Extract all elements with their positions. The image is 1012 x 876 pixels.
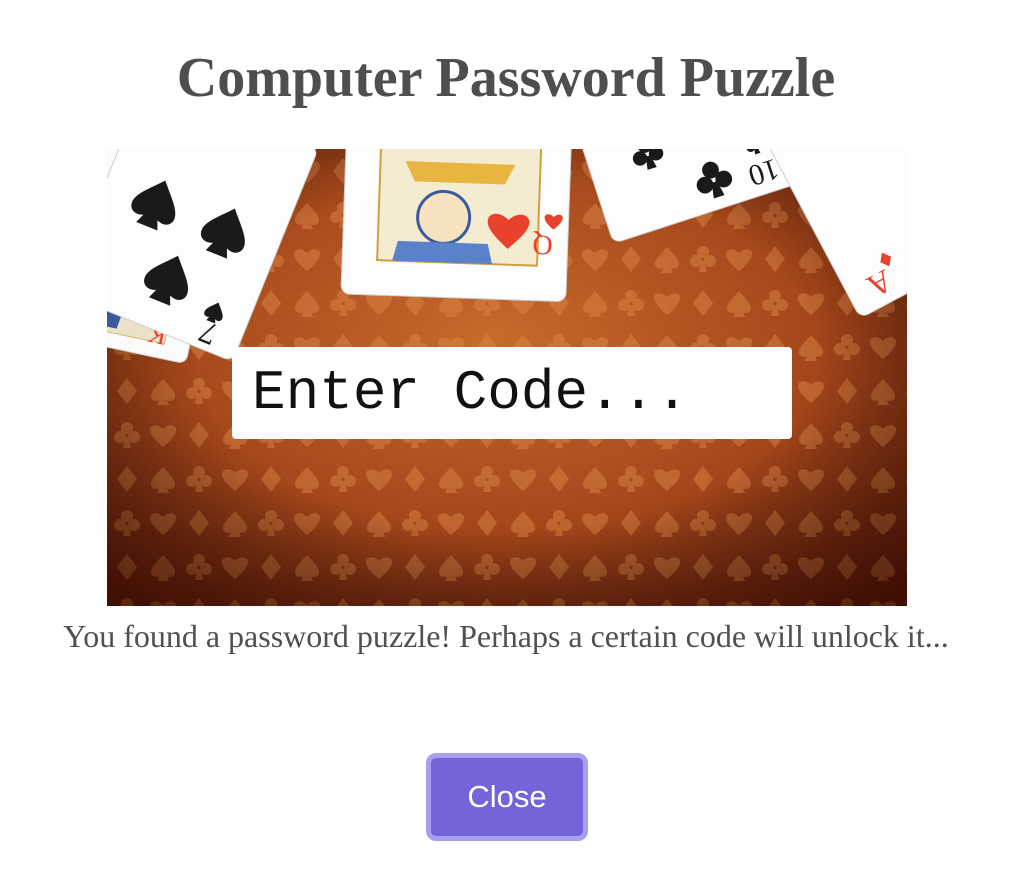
puzzle-image: K 7 Q 10 A Enter Code... bbox=[107, 149, 907, 606]
dialog-title: Computer Password Puzzle bbox=[176, 47, 836, 109]
dialog-description: You found a password puzzle! Perhaps a c… bbox=[63, 618, 949, 654]
enter-code-prompt: Enter Code... bbox=[232, 347, 792, 439]
close-button[interactable]: Close bbox=[426, 753, 588, 841]
queen-of-hearts-card: Q bbox=[340, 149, 573, 302]
queen-index-label: Q bbox=[532, 229, 553, 261]
puzzle-dialog: Computer Password Puzzle K 7 Q 10 A Ente… bbox=[0, 0, 1012, 876]
